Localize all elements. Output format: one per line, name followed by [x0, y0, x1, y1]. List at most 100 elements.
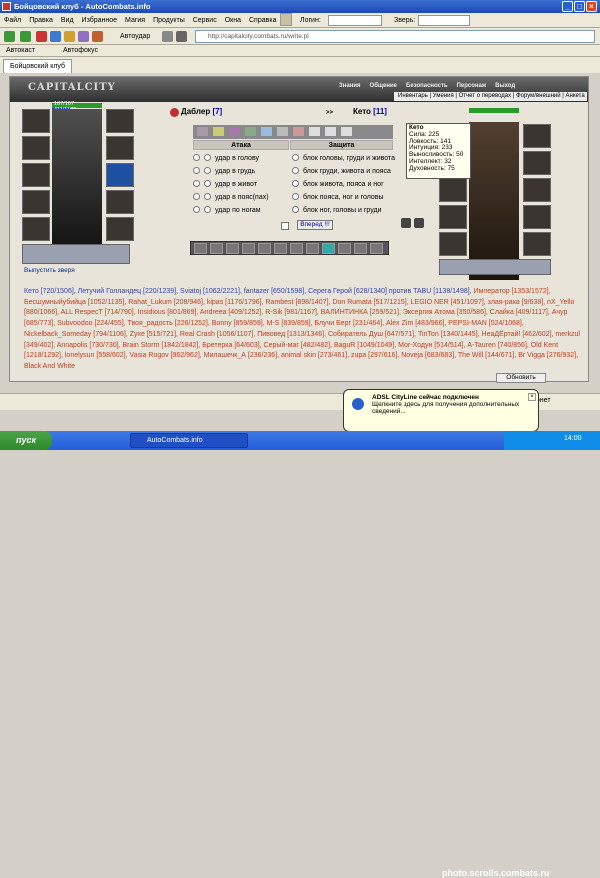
effect-icon[interactable] [324, 126, 337, 137]
effect-icon[interactable] [244, 126, 257, 137]
equip-shield-right[interactable] [523, 178, 551, 202]
back-icon[interactable] [4, 31, 15, 42]
spell-slot[interactable] [210, 243, 223, 254]
effect-icon[interactable] [292, 126, 305, 137]
beast-select[interactable] [418, 15, 470, 26]
defense-option[interactable]: блок груди, живота и пояса [292, 166, 391, 177]
equip-helmet-left[interactable] [22, 109, 50, 133]
defense-radio[interactable] [292, 167, 299, 174]
menu-service[interactable]: Сервис [189, 13, 221, 28]
spell-slot[interactable] [194, 243, 207, 254]
close-button[interactable]: × [586, 1, 597, 12]
release-beast-link[interactable]: Выпустить зверя [24, 267, 75, 274]
spell-slot[interactable] [322, 243, 335, 254]
equip-earring-left[interactable] [22, 136, 50, 160]
tab-fight-club[interactable]: Бойцовский клуб [3, 59, 73, 73]
attack-option[interactable]: удар в пояс(пах) [193, 192, 269, 203]
skull-icon[interactable] [401, 218, 411, 228]
menu-view[interactable]: Вид [57, 13, 78, 28]
defense-radio[interactable] [292, 180, 299, 187]
equip-belt-left[interactable] [22, 217, 50, 241]
equip-shield2-right[interactable] [523, 205, 551, 229]
menu-windows[interactable]: Окна [221, 13, 245, 28]
defense-option[interactable]: блок головы, груди и живота [292, 153, 395, 164]
player-right-name[interactable]: Кето [353, 107, 371, 116]
subnav-profile[interactable]: Анкета [566, 93, 585, 99]
equip-belt-right[interactable] [439, 205, 467, 229]
spell-slot[interactable] [226, 243, 239, 254]
equip-boots-right[interactable] [523, 232, 551, 256]
attack-radio[interactable] [193, 167, 200, 174]
spell-slot[interactable] [258, 243, 271, 254]
subnav-transfers[interactable]: Отчет о переводах [459, 93, 512, 99]
team-red-list[interactable]: Император [1353/1572], Бесшумныйубийца [… [24, 288, 580, 370]
favorites-icon[interactable] [78, 31, 89, 42]
equip-shield-left[interactable] [106, 163, 134, 187]
attack-radio[interactable] [204, 180, 211, 187]
equip-legs-left[interactable] [106, 190, 134, 214]
gear-icon[interactable] [162, 31, 173, 42]
spell-slot[interactable] [274, 243, 287, 254]
spell-slot[interactable] [306, 243, 319, 254]
taskbar-item-autocombats[interactable]: AutoCombats.info [130, 433, 248, 448]
nav-security[interactable]: Безопасность [406, 83, 448, 89]
pet-slot-left[interactable] [22, 244, 130, 264]
filter-icon[interactable] [176, 31, 187, 42]
effect-icon[interactable] [340, 126, 353, 137]
pet-slot-right[interactable] [439, 259, 551, 275]
attack-radio[interactable] [193, 206, 200, 213]
skull-icon[interactable] [414, 218, 424, 228]
equip-armor-right[interactable] [439, 178, 467, 202]
effect-icon[interactable] [276, 126, 289, 137]
nav-character[interactable]: Персонаж [457, 83, 487, 89]
attack-radio[interactable] [204, 193, 211, 200]
menu-edit[interactable]: Правка [25, 13, 57, 28]
nav-exit[interactable]: Выход [495, 83, 515, 89]
defense-option[interactable]: блок ног, головы и груди [292, 205, 381, 216]
attack-option[interactable]: удар в голову [193, 153, 259, 164]
effect-icon[interactable] [212, 126, 225, 137]
spell-slot[interactable] [354, 243, 367, 254]
spell-slot[interactable] [338, 243, 351, 254]
equip-ring-right[interactable] [523, 124, 551, 148]
subnav-forum[interactable]: Форум/внешний [516, 93, 561, 99]
character-avatar-right[interactable] [469, 122, 519, 280]
nav-chat[interactable]: Общение [370, 83, 397, 89]
subnav-skills[interactable]: Умения [433, 93, 454, 99]
equip-boots-left[interactable] [106, 217, 134, 241]
attack-radio[interactable] [204, 206, 211, 213]
spell-slot[interactable] [242, 243, 255, 254]
attack-radio[interactable] [204, 167, 211, 174]
menu-favorites[interactable]: Избранное [78, 13, 121, 28]
autofocus-button[interactable]: Автофокус [63, 45, 98, 57]
login-input[interactable] [328, 15, 382, 26]
character-avatar-left[interactable] [52, 109, 102, 244]
subnav-inventory[interactable]: Инвентарь [398, 93, 428, 99]
start-button[interactable]: пуск [0, 431, 52, 450]
attack-option[interactable]: удар в живот [193, 179, 257, 190]
menu-magic[interactable]: Магия [121, 13, 149, 28]
autoattack-button[interactable]: Автоудар [120, 31, 150, 42]
spell-slot[interactable] [370, 243, 383, 254]
attack-radio[interactable] [193, 193, 200, 200]
notification-balloon[interactable]: ADSL CityLine сейчас подключен Щелкните … [343, 389, 539, 432]
fight-button[interactable]: Вперед !!! [297, 220, 333, 230]
equip-armor-left[interactable] [22, 190, 50, 214]
equip-gloves-left[interactable] [106, 136, 134, 160]
attack-option[interactable]: удар по ногам [193, 205, 261, 216]
spell-slot[interactable] [290, 243, 303, 254]
refresh-button[interactable]: Обновить [496, 373, 546, 383]
equip-legs-right[interactable] [439, 232, 467, 256]
refresh-icon[interactable] [50, 31, 61, 42]
defense-radio[interactable] [292, 154, 299, 161]
effect-icon[interactable] [228, 126, 241, 137]
attack-radio[interactable] [193, 180, 200, 187]
effect-icon[interactable] [308, 126, 321, 137]
equip-ring-left[interactable] [106, 109, 134, 133]
defense-radio[interactable] [292, 193, 299, 200]
defense-option[interactable]: блок живота, пояса и ног [292, 179, 384, 190]
equip-weapon-left[interactable] [22, 163, 50, 187]
effect-icon[interactable] [196, 126, 209, 137]
attack-option[interactable]: удар в грудь [193, 166, 255, 177]
home-icon[interactable] [280, 13, 292, 26]
